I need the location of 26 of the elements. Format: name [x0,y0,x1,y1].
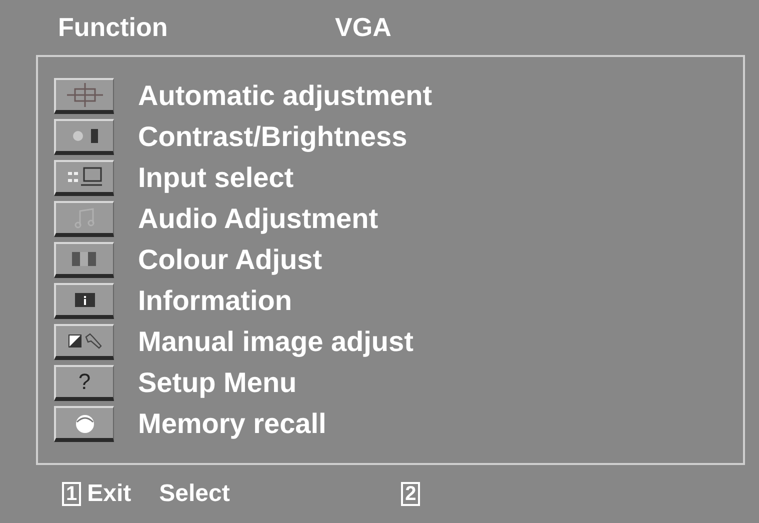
menu-icon-button[interactable] [54,282,114,318]
key-label: 2 [401,482,420,506]
key-label: 1 [62,482,82,506]
menu-item[interactable]: Memory recall [138,410,326,438]
menu-item[interactable]: Automatic adjustment [138,82,432,110]
question-mark-icon: ? [78,370,91,392]
select-label: Select [159,479,231,509]
menu-title: Function [58,11,169,44]
source-label: VGA [335,11,392,44]
menu-item[interactable]: Input select [138,164,294,192]
menu-icon-button[interactable] [54,78,114,114]
menu-icon-button[interactable] [54,242,114,278]
menu-item[interactable]: Colour Adjust [138,246,322,274]
menu-icon-button[interactable] [54,324,114,360]
menu-item[interactable]: Information [138,286,292,314]
menu-item[interactable]: Setup Menu [138,368,297,396]
menu-item[interactable]: Manual image adjust [138,328,414,356]
menu-item[interactable]: Audio Adjustment [138,204,378,232]
menu-icon-button[interactable] [54,200,114,236]
exit-label: Exit [87,479,132,509]
menu-icon-button[interactable]: ? [54,364,114,400]
menu-item[interactable]: Contrast/Brightness [138,122,408,150]
frame-arrows-icon [64,82,104,108]
menu-icon-button[interactable] [54,118,114,154]
menu-icon-button[interactable] [54,406,114,442]
menu-icon-button[interactable] [54,160,114,196]
